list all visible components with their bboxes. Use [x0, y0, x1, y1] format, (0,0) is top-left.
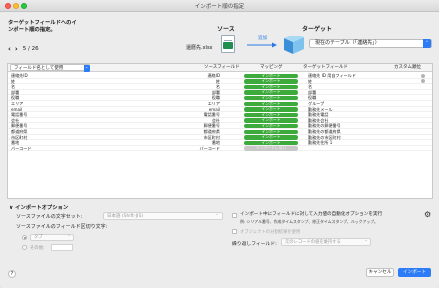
import-action-label: 追加	[258, 36, 267, 41]
auto-enter-checkbox[interactable]	[232, 213, 237, 218]
import-order-dialog: インポート順の指定 ターゲットフィールドへのインポート順の指定。 ‹ › 5 /…	[0, 0, 439, 288]
charset-select[interactable]: 日本語 (Shift-JIS) ⌃	[103, 212, 223, 220]
chevron-up-down-icon: ⌃	[364, 240, 368, 245]
delimiter-select[interactable]: タブ ⌃	[30, 234, 74, 241]
repeating-field-value: 元のレコードの値を維持する	[285, 240, 341, 245]
chevron-up-down-icon: ⌃	[423, 39, 431, 48]
column-header-mapping[interactable]: マッピング	[260, 64, 283, 71]
dialog-heading: ターゲットフィールドへのインポート順の指定。	[8, 20, 77, 33]
delimiter-other-input[interactable]	[51, 244, 73, 251]
title-bar: インポート順の指定	[0, 0, 439, 12]
column-header-custom-order[interactable]: カスタム順位	[394, 64, 421, 71]
charset-label: ソースファイルの文字セット:	[16, 214, 83, 220]
target-table-icon	[284, 36, 304, 54]
repeating-field-select[interactable]: 元のレコードの値を維持する ⌃	[281, 238, 371, 246]
split-object-checkbox[interactable]	[232, 229, 237, 234]
mapping-toggle[interactable]: インポート	[244, 78, 298, 84]
table-row[interactable]: バーコード バーコード インポートしない	[8, 146, 432, 152]
delimiter-tab-radio[interactable]	[22, 235, 27, 240]
auto-enter-label: インポート中にフィールドに対して入力値の自動化オプションを実行	[240, 212, 383, 217]
delimiter-other-radio[interactable]	[22, 245, 27, 250]
auto-enter-description: 例: シリアル番号、作成タイムスタンプ、修正タイムスタンプ、ルックアップ。	[240, 219, 378, 224]
mapping-toggle[interactable]: インポート	[244, 134, 298, 140]
previous-record-button[interactable]: ‹	[8, 45, 11, 53]
source-file-name: 還暦先.xlsx	[186, 45, 213, 51]
source-heading: ソース	[217, 26, 235, 33]
custom-order-indicator[interactable]	[421, 73, 425, 78]
next-record-button[interactable]: ›	[15, 45, 18, 53]
import-button[interactable]: インポート	[398, 268, 431, 277]
charset-value: 日本語 (Shift-JIS)	[107, 214, 144, 219]
chevron-up-down-icon: ⌃	[83, 64, 90, 72]
delimiter-select-value: タブ	[34, 235, 43, 240]
table-header: フィールド名として使用 ⌃ ソースフィールド マッピング ターゲットフィールド …	[8, 64, 432, 72]
chevron-up-down-icon: ⌃	[67, 235, 71, 240]
target-table-value: 現在のテーブル（「連絡先」）	[315, 40, 380, 46]
row-source-field: バーコード	[199, 145, 220, 151]
mapping-toggle[interactable]: インポート	[244, 106, 298, 112]
arrow-right-icon	[247, 42, 277, 48]
custom-order-indicator[interactable]	[421, 79, 425, 84]
field-mapping-table: フィールド名として使用 ⌃ ソースフィールド マッピング ターゲットフィールド …	[7, 63, 433, 199]
delimiter-other-label: その他:	[30, 246, 45, 251]
import-options-disclosure[interactable]: ∨ インポートオプション	[9, 203, 68, 211]
record-navigator: ‹ › 5 / 26	[8, 45, 39, 53]
mapping-toggle[interactable]: インポートしない	[244, 146, 298, 151]
cancel-button[interactable]: キャンセル	[366, 268, 394, 277]
split-object-label: オブジェクトの分割結果を使用	[240, 230, 301, 235]
repeating-field-label: 繰り返しフィールド:	[232, 242, 277, 247]
chevron-up-down-icon: ⌃	[215, 214, 219, 219]
target-table-select[interactable]: 現在のテーブル（「連絡先」） ⌃	[309, 39, 432, 48]
target-heading: ターゲット	[302, 26, 333, 33]
help-button[interactable]: ?	[8, 270, 16, 278]
column-header-target-field[interactable]: ターゲットフィールド	[303, 64, 348, 71]
window-title: インポート順の指定	[194, 4, 245, 10]
column-header-source-field[interactable]: ソースフィールド	[204, 64, 240, 71]
mapping-toggle[interactable]: インポート	[244, 123, 298, 129]
field-name-select[interactable]: フィールド名として使用 ⌃	[10, 64, 90, 72]
excel-file-icon	[221, 35, 235, 53]
field-name-select-value: フィールド名として使用	[14, 66, 64, 71]
record-counter: 5 / 26	[22, 46, 39, 52]
mapping-toggle[interactable]: インポート	[244, 95, 298, 101]
gear-icon[interactable]: ⚙	[424, 210, 431, 219]
delimiter-label: ソースファイルのフィールド区切り文字:	[16, 224, 108, 230]
row-field-name: バーコード	[11, 145, 32, 151]
